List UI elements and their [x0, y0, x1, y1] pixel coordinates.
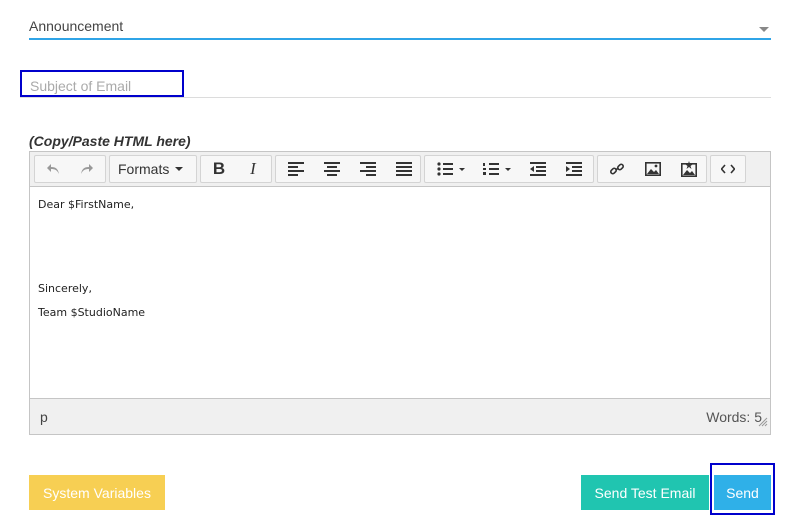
element-path[interactable]: p	[40, 409, 48, 425]
editor-toolbar: Formats B I	[30, 152, 770, 187]
editor-statusbar: p Words: 5	[30, 398, 770, 434]
formats-control: Formats	[118, 158, 190, 180]
content-line: Sincerely,	[38, 282, 92, 295]
list-group	[424, 155, 594, 183]
image-icon[interactable]	[638, 158, 668, 180]
indent-icon[interactable]	[559, 158, 589, 180]
align-center-icon[interactable]	[317, 158, 347, 180]
formats-label: Formats	[118, 161, 170, 177]
editor-content[interactable]: Dear $FirstName, Sincerely, Team $Studio…	[30, 187, 770, 399]
numbered-list-icon[interactable]	[477, 158, 517, 180]
content-line	[38, 223, 762, 235]
media-icon[interactable]	[674, 158, 704, 180]
bullet-list-icon[interactable]	[431, 158, 471, 180]
category-select[interactable]: Announcement	[29, 12, 771, 40]
category-value: Announcement	[29, 18, 124, 34]
bold-icon[interactable]: B	[204, 158, 234, 180]
system-variables-button[interactable]: System Variables	[29, 475, 165, 510]
undo-icon[interactable]	[38, 158, 68, 180]
redo-icon[interactable]	[72, 158, 102, 180]
content-line: Dear $FirstName,	[38, 198, 135, 211]
text-style-group: B I	[200, 155, 272, 183]
subject-field-wrap	[20, 70, 771, 98]
alignment-group	[275, 155, 421, 183]
content-line	[38, 211, 762, 223]
rich-text-editor: Formats B I Dear $FirstName, Sincerely, …	[29, 151, 771, 435]
italic-icon[interactable]: I	[238, 158, 268, 180]
subject-input[interactable]	[20, 70, 184, 97]
source-code-icon[interactable]	[714, 158, 742, 180]
send-test-email-button[interactable]: Send Test Email	[581, 475, 709, 510]
send-button[interactable]: Send	[714, 475, 771, 510]
chevron-down-icon[interactable]	[759, 27, 769, 32]
formats-dropdown[interactable]: Formats	[109, 155, 197, 183]
html-hint-label: (Copy/Paste HTML here)	[29, 133, 191, 149]
code-group	[710, 155, 746, 183]
resize-handle-icon[interactable]	[758, 414, 768, 432]
link-icon[interactable]	[602, 158, 632, 180]
word-count: Words: 5	[706, 409, 762, 425]
chevron-down-icon	[175, 167, 184, 171]
content-line: Team $StudioName	[38, 306, 146, 319]
justify-icon[interactable]	[389, 158, 419, 180]
insert-group	[597, 155, 707, 183]
align-left-icon[interactable]	[281, 158, 311, 180]
content-line	[38, 235, 762, 247]
outdent-icon[interactable]	[523, 158, 553, 180]
history-group	[34, 155, 106, 183]
align-right-icon[interactable]	[353, 158, 383, 180]
